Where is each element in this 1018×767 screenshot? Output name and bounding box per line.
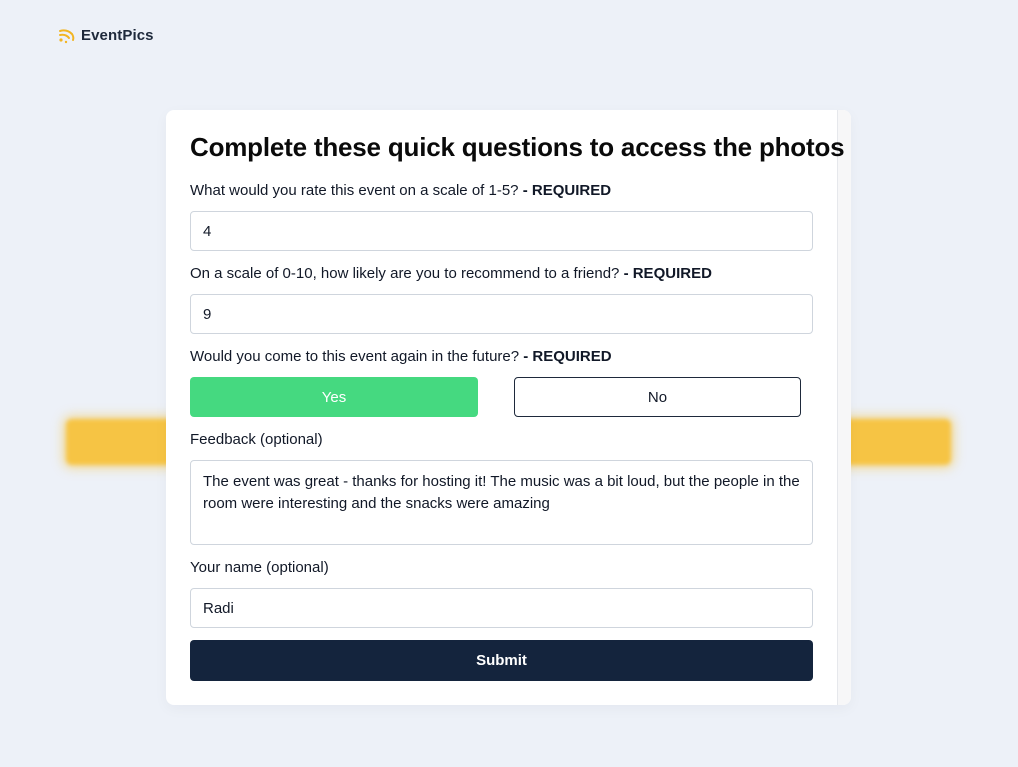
name-input[interactable] xyxy=(190,588,813,628)
recommend-question-label: On a scale of 0-10, how likely are you t… xyxy=(190,265,712,282)
card-scrollbar[interactable] xyxy=(837,110,851,705)
required-tag: - REQUIRED xyxy=(522,182,612,199)
required-tag: - REQUIRED xyxy=(523,348,612,365)
sparkle-icon xyxy=(59,29,75,44)
rating-input[interactable] xyxy=(190,211,813,251)
rating-question-text: What would you rate this event on a scal… xyxy=(190,182,519,199)
form-title: Complete these quick questions to access… xyxy=(190,132,845,162)
feedback-textarea[interactable]: The event was great - thanks for hosting… xyxy=(190,460,813,545)
feedback-label: Feedback (optional) xyxy=(190,431,323,448)
name-label: Your name (optional) xyxy=(190,559,329,576)
brand-name: EventPics xyxy=(81,26,154,44)
return-question-text: Would you come to this event again in th… xyxy=(190,348,520,365)
rating-question-label: What would you rate this event on a scal… xyxy=(190,182,611,199)
brand-logo[interactable]: EventPics xyxy=(57,25,154,45)
recommend-question-text: On a scale of 0-10, how likely are you t… xyxy=(190,265,620,282)
return-question-label: Would you come to this event again in th… xyxy=(190,348,612,365)
recommend-input[interactable] xyxy=(190,294,813,334)
required-tag: - REQUIRED xyxy=(623,265,712,282)
survey-card: Complete these quick questions to access… xyxy=(166,110,851,705)
yes-button[interactable]: Yes xyxy=(190,377,478,417)
no-button[interactable]: No xyxy=(514,377,801,417)
submit-button[interactable]: Submit xyxy=(190,640,813,681)
